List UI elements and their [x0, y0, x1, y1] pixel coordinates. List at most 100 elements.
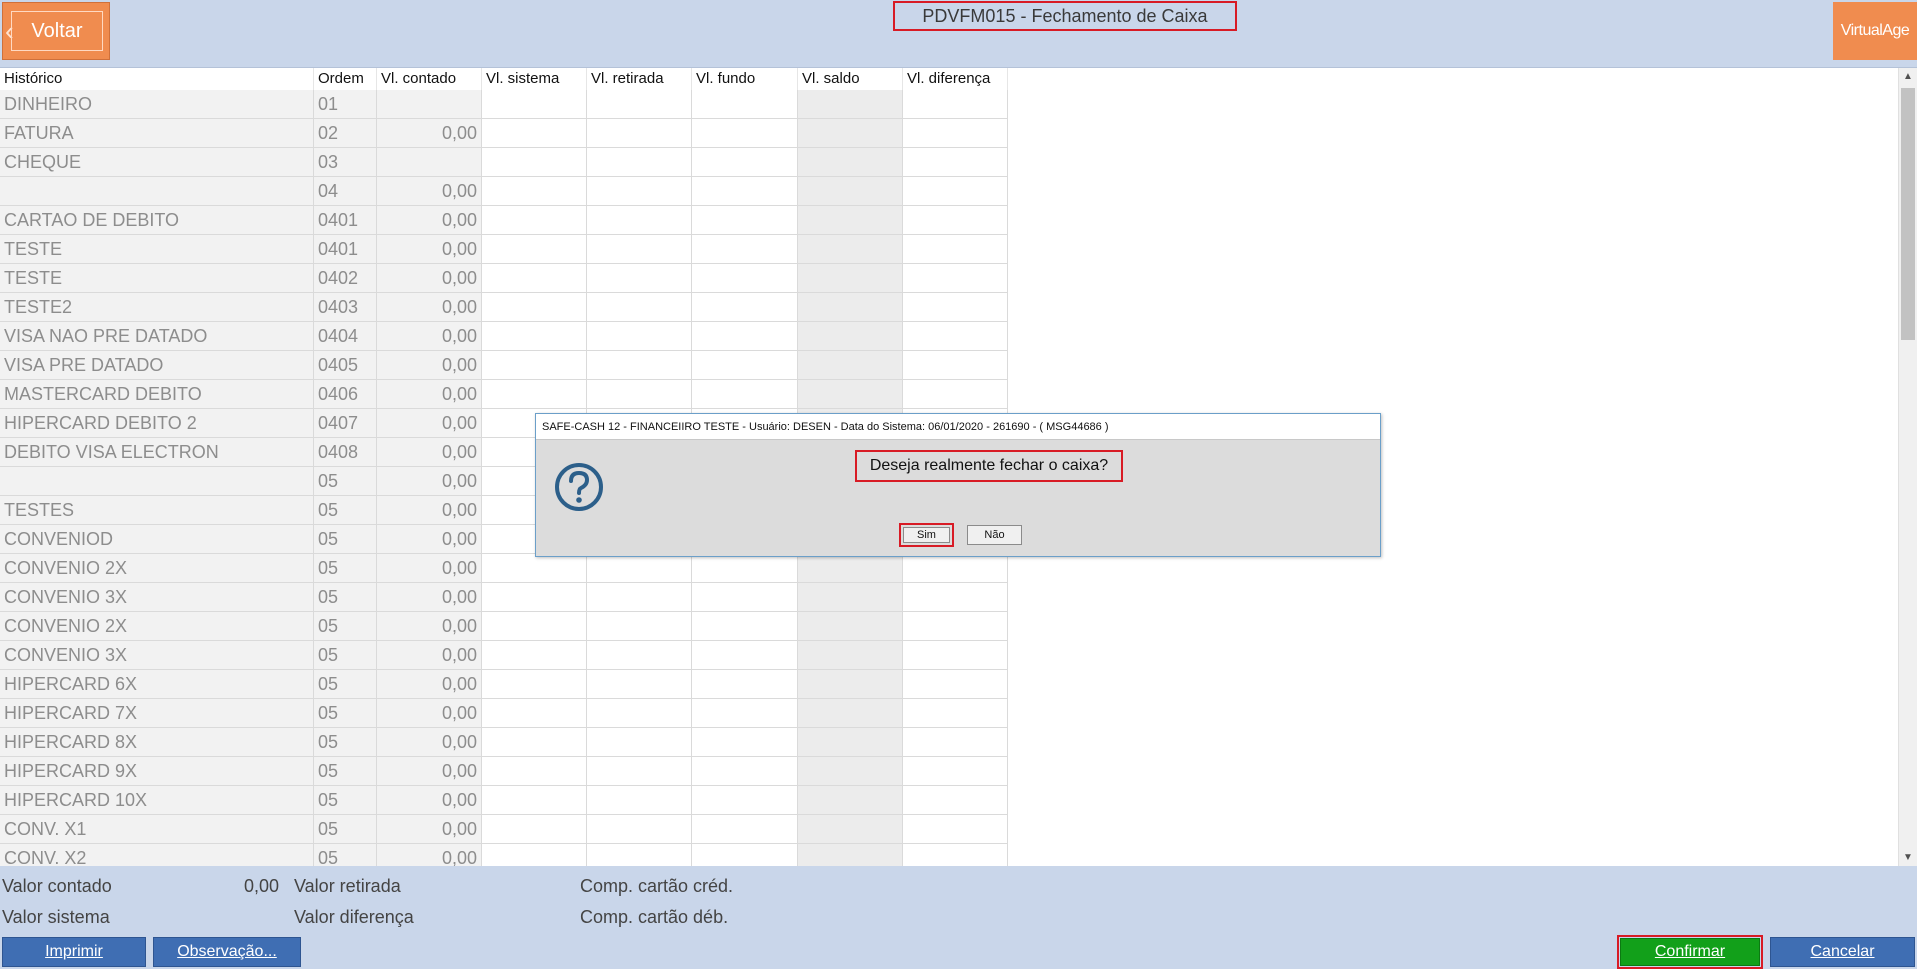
table-row[interactable]: TESTE 0402 0,00 [0, 264, 1008, 293]
cell-ordem[interactable]: 04 [314, 177, 377, 206]
table-row[interactable]: HIPERCARD 10X 05 0,00 [0, 786, 1008, 815]
cell-vl-fundo[interactable] [692, 235, 798, 264]
table-row[interactable]: FATURA 02 0,00 [0, 119, 1008, 148]
cell-vl-sistema[interactable] [482, 90, 587, 119]
cell-ordem[interactable]: 0408 [314, 438, 377, 467]
cell-vl-retirada[interactable] [587, 786, 692, 815]
cell-vl-sistema[interactable] [482, 177, 587, 206]
cell-vl-saldo[interactable] [798, 293, 903, 322]
cell-ordem[interactable]: 03 [314, 148, 377, 177]
cell-vl-retirada[interactable] [587, 670, 692, 699]
column-header-vl-diferenca[interactable]: Vl. diferença [903, 68, 1008, 90]
cell-historico[interactable]: TESTE [0, 235, 314, 264]
cell-vl-retirada[interactable] [587, 757, 692, 786]
cell-vl-contado[interactable] [377, 148, 482, 177]
cell-vl-saldo[interactable] [798, 148, 903, 177]
cell-vl-retirada[interactable] [587, 554, 692, 583]
cell-vl-saldo[interactable] [798, 670, 903, 699]
cell-ordem[interactable]: 05 [314, 525, 377, 554]
cell-vl-diferenca[interactable] [903, 583, 1008, 612]
cell-vl-saldo[interactable] [798, 351, 903, 380]
cell-ordem[interactable]: 05 [314, 699, 377, 728]
cell-vl-saldo[interactable] [798, 583, 903, 612]
cell-vl-contado[interactable]: 0,00 [377, 467, 482, 496]
cell-vl-saldo[interactable] [798, 119, 903, 148]
cell-ordem[interactable]: 05 [314, 844, 377, 866]
vertical-scrollbar[interactable]: ▲ ▼ [1898, 68, 1917, 866]
cell-vl-contado[interactable]: 0,00 [377, 612, 482, 641]
cell-historico[interactable]: HIPERCARD DEBITO 2 [0, 409, 314, 438]
cell-historico[interactable]: HIPERCARD 9X [0, 757, 314, 786]
cell-vl-saldo[interactable] [798, 206, 903, 235]
yes-button[interactable]: Sim [903, 527, 950, 543]
cell-vl-sistema[interactable] [482, 583, 587, 612]
cell-ordem[interactable]: 0403 [314, 293, 377, 322]
cell-vl-contado[interactable]: 0,00 [377, 844, 482, 866]
column-header-vl-saldo[interactable]: Vl. saldo [798, 68, 903, 90]
cell-vl-contado[interactable]: 0,00 [377, 264, 482, 293]
cell-historico[interactable]: MASTERCARD DEBITO [0, 380, 314, 409]
table-row[interactable]: HIPERCARD 6X 05 0,00 [0, 670, 1008, 699]
cell-vl-saldo[interactable] [798, 699, 903, 728]
cell-vl-saldo[interactable] [798, 235, 903, 264]
table-row[interactable]: 04 0,00 [0, 177, 1008, 206]
table-row[interactable]: CONVENIO 2X 05 0,00 [0, 612, 1008, 641]
cell-vl-saldo[interactable] [798, 264, 903, 293]
cell-vl-contado[interactable]: 0,00 [377, 409, 482, 438]
table-row[interactable]: CARTAO DE DEBITO 0401 0,00 [0, 206, 1008, 235]
cell-vl-retirada[interactable] [587, 351, 692, 380]
cell-vl-contado[interactable]: 0,00 [377, 786, 482, 815]
cell-vl-contado[interactable] [377, 90, 482, 119]
cell-historico[interactable]: CHEQUE [0, 148, 314, 177]
cell-historico[interactable]: CONVENIOD [0, 525, 314, 554]
cell-ordem[interactable]: 02 [314, 119, 377, 148]
cell-vl-contado[interactable]: 0,00 [377, 525, 482, 554]
cell-vl-diferenca[interactable] [903, 177, 1008, 206]
cell-vl-contado[interactable]: 0,00 [377, 641, 482, 670]
table-row[interactable]: CHEQUE 03 [0, 148, 1008, 177]
cell-historico[interactable] [0, 177, 314, 206]
cell-ordem[interactable]: 05 [314, 757, 377, 786]
column-header-historico[interactable]: Histórico [0, 68, 314, 90]
table-row[interactable]: TESTE2 0403 0,00 [0, 293, 1008, 322]
cell-vl-fundo[interactable] [692, 177, 798, 206]
cell-vl-fundo[interactable] [692, 90, 798, 119]
cell-vl-sistema[interactable] [482, 757, 587, 786]
cell-vl-fundo[interactable] [692, 264, 798, 293]
table-row[interactable]: HIPERCARD 9X 05 0,00 [0, 757, 1008, 786]
cell-ordem[interactable]: 0404 [314, 322, 377, 351]
cell-vl-sistema[interactable] [482, 612, 587, 641]
cell-vl-saldo[interactable] [798, 612, 903, 641]
cell-vl-sistema[interactable] [482, 815, 587, 844]
cell-vl-diferenca[interactable] [903, 815, 1008, 844]
table-row[interactable]: VISA PRE DATADO 0405 0,00 [0, 351, 1008, 380]
table-row[interactable]: CONVENIO 2X 05 0,00 [0, 554, 1008, 583]
cell-ordem[interactable]: 05 [314, 641, 377, 670]
cell-vl-retirada[interactable] [587, 206, 692, 235]
cell-vl-contado[interactable]: 0,00 [377, 438, 482, 467]
cell-vl-fundo[interactable] [692, 322, 798, 351]
cell-vl-sistema[interactable] [482, 293, 587, 322]
cell-vl-contado[interactable]: 0,00 [377, 583, 482, 612]
cell-vl-retirada[interactable] [587, 380, 692, 409]
cell-vl-contado[interactable]: 0,00 [377, 757, 482, 786]
cell-vl-saldo[interactable] [798, 554, 903, 583]
cell-vl-saldo[interactable] [798, 728, 903, 757]
cell-vl-retirada[interactable] [587, 235, 692, 264]
cell-vl-retirada[interactable] [587, 815, 692, 844]
cell-vl-contado[interactable]: 0,00 [377, 496, 482, 525]
cell-vl-retirada[interactable] [587, 583, 692, 612]
cell-vl-sistema[interactable] [482, 235, 587, 264]
cell-vl-saldo[interactable] [798, 844, 903, 866]
cell-historico[interactable]: TESTE2 [0, 293, 314, 322]
cell-historico[interactable]: VISA PRE DATADO [0, 351, 314, 380]
cell-vl-sistema[interactable] [482, 641, 587, 670]
cell-vl-diferenca[interactable] [903, 119, 1008, 148]
cell-historico[interactable]: CONVENIO 3X [0, 641, 314, 670]
cell-vl-sistema[interactable] [482, 264, 587, 293]
cell-ordem[interactable]: 0402 [314, 264, 377, 293]
cell-vl-sistema[interactable] [482, 148, 587, 177]
cell-vl-fundo[interactable] [692, 815, 798, 844]
cell-historico[interactable]: CONVENIO 3X [0, 583, 314, 612]
table-row[interactable]: VISA NAO PRE DATADO 0404 0,00 [0, 322, 1008, 351]
